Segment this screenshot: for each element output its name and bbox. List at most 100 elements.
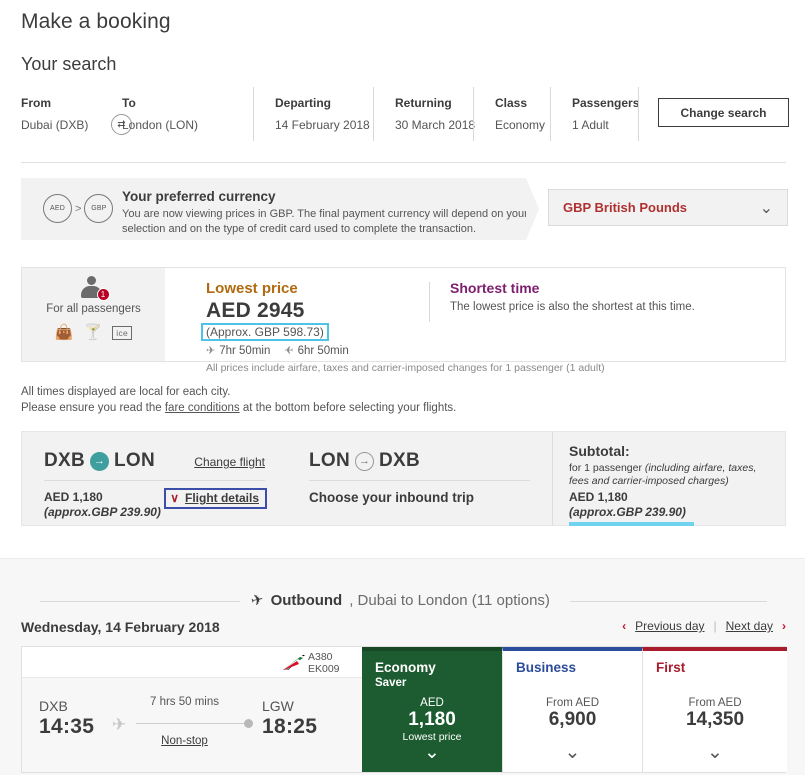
fare-price: From AED 6,900 [503,697,642,731]
lowest-price-body: Lowest price AED 2945 (Approx. GBP 598.7… [165,268,785,374]
departure-info: DXB 14:35 [39,698,94,739]
from-label: From [21,96,51,110]
outbound-summary: DXB → LON Change flight AED 1,180 (appro… [22,432,287,525]
day-navigation: ‹ Previous day | Next day › [622,619,786,633]
inbound-duration-value: 6hr 50min [297,344,349,357]
outbound-to-code: LON [114,450,156,471]
plane-icon: ✈ [112,715,127,734]
class-label: Class [495,96,528,110]
outbound-title-bold: Outbound [270,591,343,609]
divider [638,87,639,141]
arrival-time: 18:25 [262,715,318,738]
change-flight-link[interactable]: Change flight [194,455,265,469]
subtotal-highlight-underline [569,522,694,526]
subtotal-title: Subtotal: [569,443,630,459]
passengers-label: Passengers [572,96,640,110]
class-value: Economy [495,118,546,132]
page-title: Make a booking [21,10,171,33]
search-field-from: From Dubai (DXB) [21,96,88,132]
arrow-icon: > [75,202,82,215]
fare-conditions-note: Please ensure you read the fare conditio… [21,402,456,414]
flight-card-body: DXB 14:35 7 hrs 50 mins ✈ Non-stop LGW 1… [22,678,362,772]
fare-amount: 1,180 [408,709,456,730]
plane-icon: ✈ [249,590,266,611]
outbound-section: ✈ Outbound , Dubai to London (11 options)… [0,558,805,775]
plane-inbound-icon: ✈ [284,345,294,357]
to-value: London (LON) [122,118,199,132]
next-day-link[interactable]: Next day [726,619,773,633]
flight-details-label: Flight details [184,491,259,505]
baggage-icon: 👜 [54,324,74,341]
chevron-down-icon[interactable]: ⌄ [643,741,787,764]
fare-amount: 6,900 [548,709,597,730]
outbound-title-rest: , Dubai to London (11 options) [349,591,550,609]
fare-option-first[interactable]: First From AED 14,350 ⌄ [642,647,787,772]
outbound-header: ✈ Outbound , Dubai to London (11 options) [21,590,786,611]
flight-details-button[interactable]: ∨ Flight details [164,488,267,509]
fare-option-business[interactable]: Business From AED 6,900 ⌄ [502,647,642,772]
fare-price: AED 1,180 Lowest price [362,697,502,743]
your-search-heading: Your search [21,54,117,74]
inbound-summary: LON → DXB Choose your inbound trip [287,432,552,525]
trip-summary: DXB → LON Change flight AED 1,180 (appro… [21,431,786,526]
flight-duration-block: 7 hrs 50 mins ✈ Non-stop [112,696,257,747]
inbound-duration: ✈ 6hr 50min [284,344,349,358]
currency-select[interactable]: GBP British Pounds ⌄ [548,189,788,226]
duration-row: ✈ 7hr 50min ✈ 6hr 50min [206,344,349,358]
fare-currency: From AED [688,697,742,709]
subtotal-description: for 1 passenger (including airfare, taxe… [569,462,769,488]
chevron-down-icon: ⌄ [759,199,773,217]
fare-name: First [656,660,686,675]
outbound-date: Wednesday, 14 February 2018 [21,619,220,635]
chevron-left-icon: ‹ [622,619,627,633]
fare-subname: Saver [375,677,407,689]
aed-circle-icon: AED [43,194,72,223]
fare-price: From AED 14,350 [643,697,787,731]
search-field-departing: Departing 14 February 2018 [275,96,370,132]
arrival-info: LGW 18:25 [262,698,317,739]
stops-link[interactable]: Non-stop [112,735,257,747]
subtotal-approx: (approx.GBP 239.90) [569,505,686,519]
departing-value: 14 February 2018 [275,118,370,132]
to-label: To [122,96,136,110]
flight-number: EK009 [308,663,340,675]
search-field-class: Class Economy [495,96,545,132]
chevron-down-icon[interactable]: ⌄ [362,741,502,764]
ice-entertainment-icon: ice [112,325,133,340]
flight-card: A380 EK009 DXB 14:35 7 hrs 50 mins ✈ Non… [21,646,787,773]
currency-text: Your preferred currency You are now view… [122,189,534,236]
meal-icon: 🍸 [83,324,103,341]
arrival-code: LGW [262,698,294,714]
lowest-price-approx-highlight: (Approx. GBP 598.73) [201,323,329,341]
passenger-count-badge: 1 [96,288,110,301]
flight-path-endpoint [244,719,253,728]
returning-value: 30 March 2018 [395,118,476,132]
note-before: Please ensure you read the [21,402,165,414]
arrow-right-icon: → [90,451,110,471]
search-summary: From Dubai (DXB) ⇄ To London (LON) Depar… [21,87,789,142]
passenger-amenities: 1 For all passengers 👜 🍸 ice [22,268,165,361]
previous-day-link[interactable]: Previous day [635,619,704,633]
arrow-right-icon: → [355,451,375,471]
passenger-head-shape [86,276,96,285]
change-search-button[interactable]: Change search [658,98,789,127]
divider [253,87,254,141]
for-all-passengers-label: For all passengers [46,303,141,315]
subtotal-desc-before: for 1 passenger [569,462,645,474]
departure-time: 14:35 [39,715,95,738]
passenger-icon: 1 [79,276,110,301]
fare-conditions-link[interactable]: fare conditions [165,402,240,414]
fare-option-economy[interactable]: Economy Saver AED 1,180 Lowest price ⌄ [362,647,502,772]
outbound-from-code: DXB [44,450,86,471]
divider [429,282,430,322]
departure-code: DXB [39,698,68,714]
chevron-down-icon[interactable]: ⌄ [503,741,642,764]
flight-path-graphic: ✈ [112,715,257,734]
inbound-from-code: LON [309,450,351,471]
divider [473,87,474,141]
currency-banner: AED > GBP Your preferred currency You ar… [21,178,528,240]
fare-name: Economy [375,660,436,675]
outbound-fare-amount: AED 1,180 [44,490,103,504]
flight-duration: 7 hrs 50 mins [149,696,220,708]
flight-path-line [136,723,249,724]
